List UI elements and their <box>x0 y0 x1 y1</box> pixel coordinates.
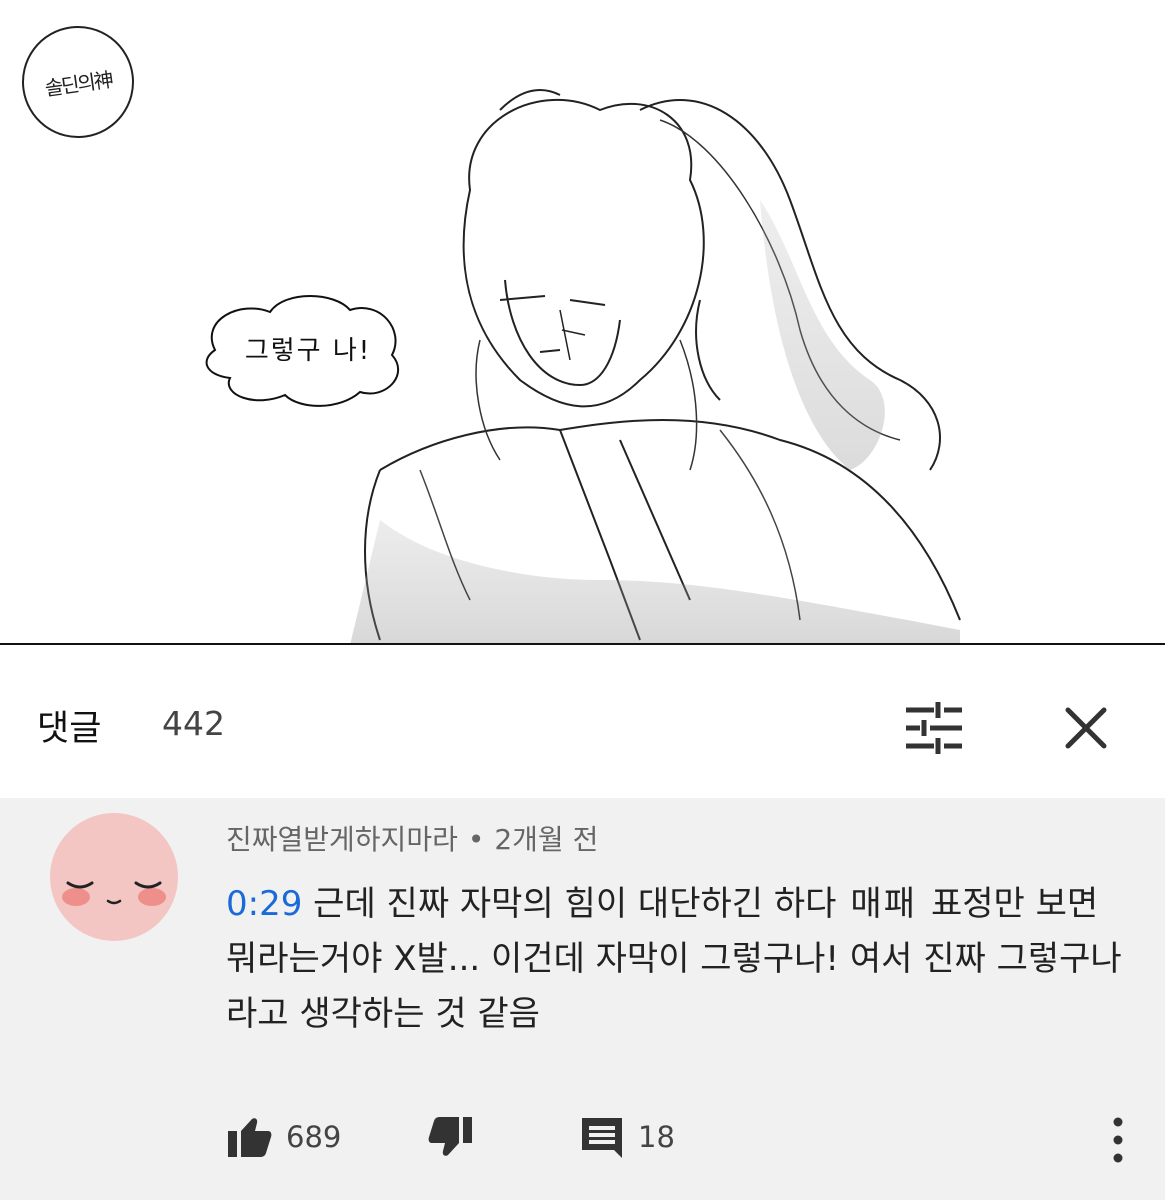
handwritten-word: 매패 <box>850 884 917 924</box>
character-sketch <box>205 89 961 645</box>
avatar[interactable] <box>50 813 178 941</box>
dislike-button[interactable] <box>428 1112 472 1162</box>
illustration-panel: 솔딘의神 그렇구 나! <box>0 0 1165 645</box>
comments-title: 댓글 <box>37 709 102 749</box>
reply-count: 18 <box>638 1120 675 1154</box>
panel-divider <box>0 643 1165 645</box>
comment-meta: 진짜열받게하지마라 • 2개월 전 <box>226 818 598 858</box>
comment-author[interactable]: 진짜열받게하지마라 <box>226 823 458 856</box>
avatar-face-icon <box>62 881 166 906</box>
more-options-button[interactable] <box>1098 1114 1138 1166</box>
comment-time: 2개월 전 <box>494 823 599 856</box>
like-count: 689 <box>286 1120 342 1154</box>
timestamp-link[interactable]: 0:29 <box>226 884 302 924</box>
speech-bubble-text: 그렇구 나! <box>244 336 372 366</box>
sort-button[interactable] <box>900 700 970 756</box>
comments-count: 442 <box>162 704 225 743</box>
reply-button[interactable]: 18 <box>580 1112 675 1162</box>
more-vert-icon <box>1113 1117 1123 1163</box>
comment-text: 0:29 근데 진짜 자막의 힘이 대단하긴 하다 매패 표정만 보면 뭐라는거야 … <box>226 877 1136 1042</box>
meta-separator: • <box>467 823 485 856</box>
like-button[interactable]: 689 <box>228 1112 341 1162</box>
thumbs-down-icon <box>428 1117 472 1156</box>
close-icon <box>1065 707 1107 749</box>
reply-comment-icon <box>582 1118 622 1158</box>
comment-text-part1: 근데 진짜 자막의 힘이 대단하긴 하다 <box>313 884 837 924</box>
thumbs-up-icon <box>228 1118 272 1157</box>
sort-sliders-icon <box>906 702 962 754</box>
close-button[interactable] <box>1058 700 1114 756</box>
